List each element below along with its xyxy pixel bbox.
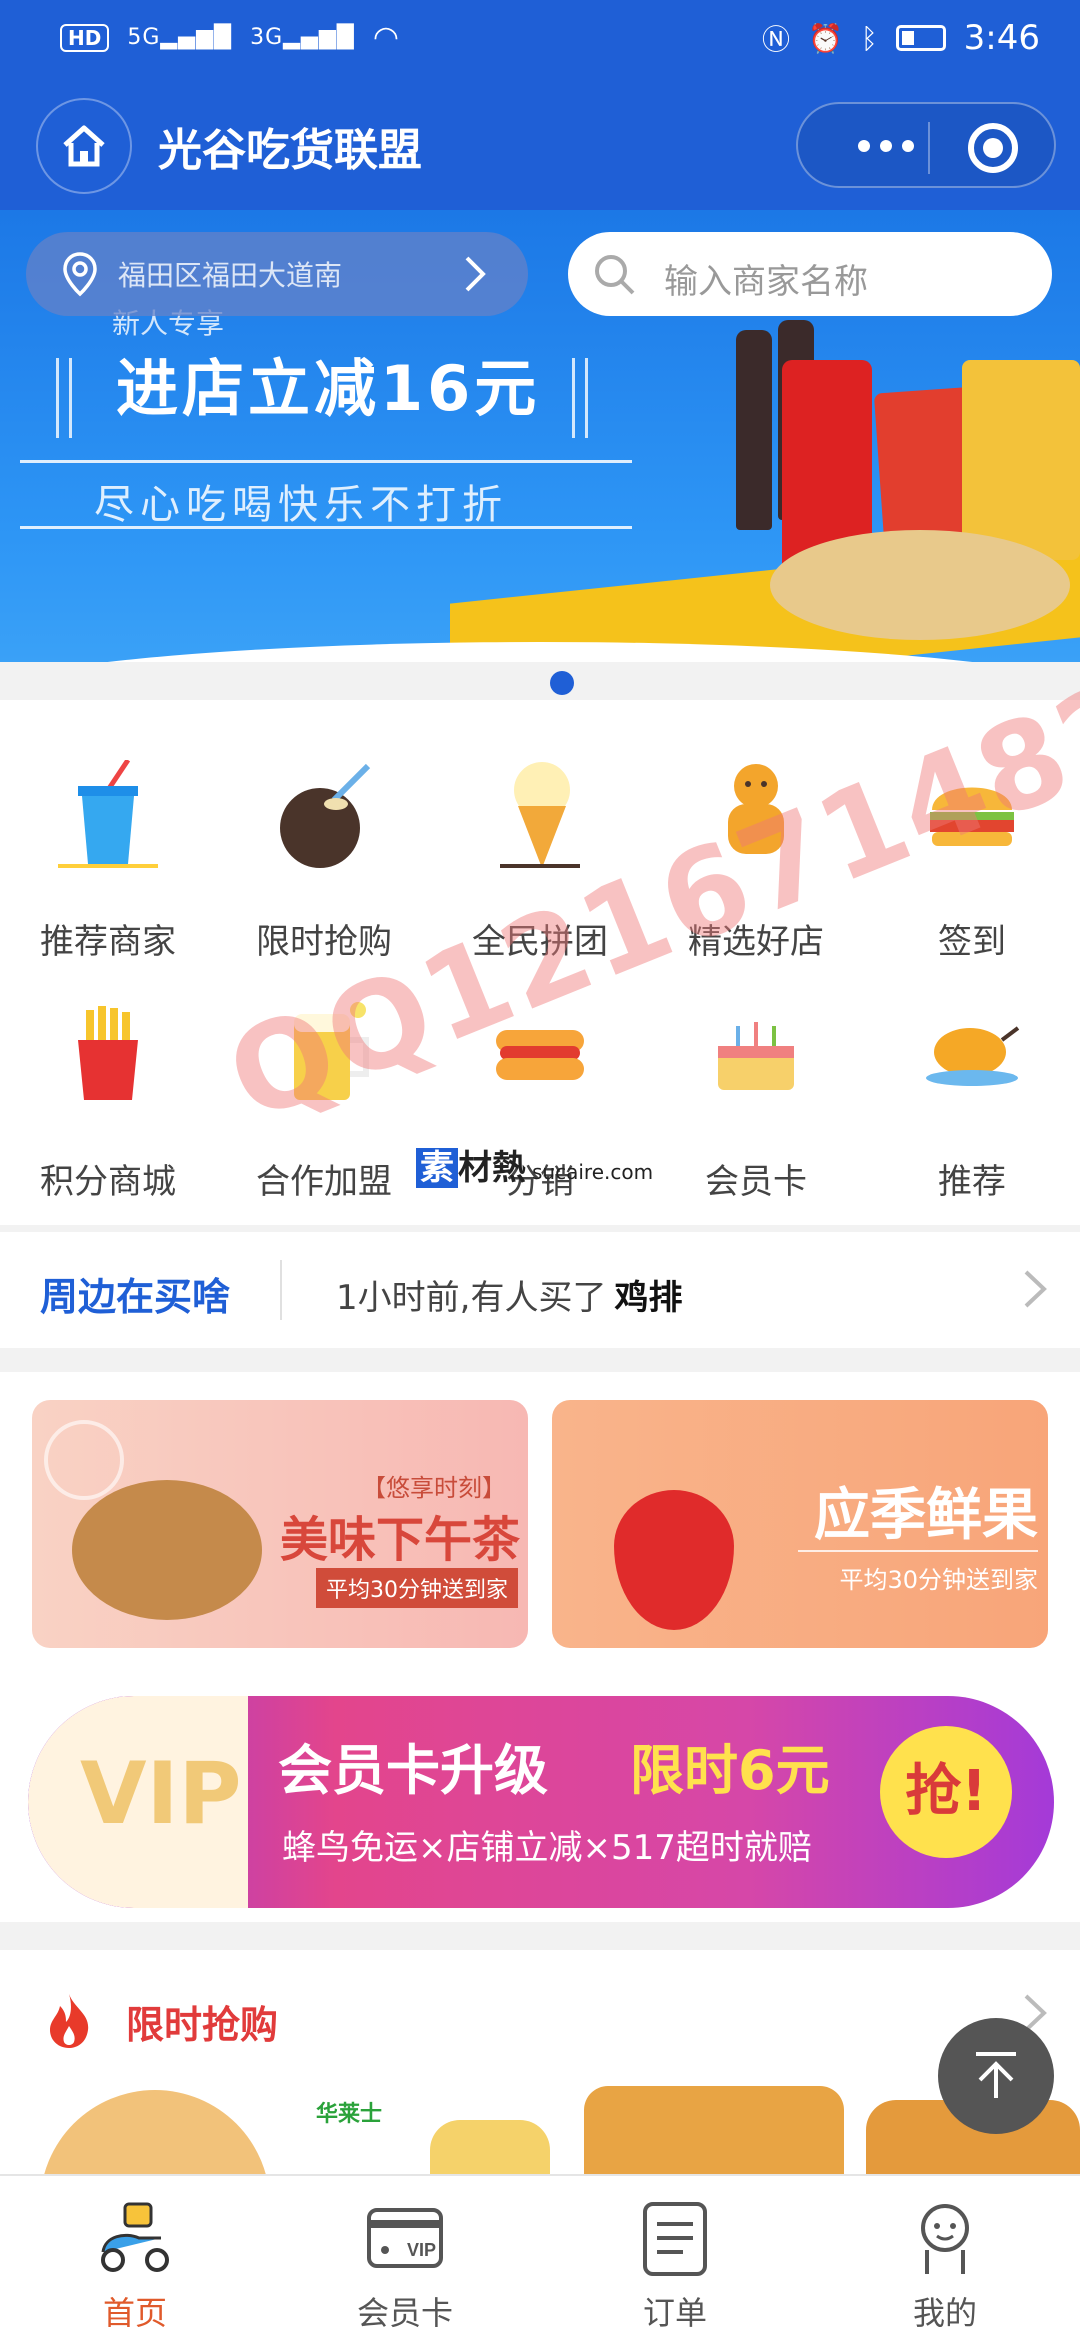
search-placeholder: 输入商家名称 (664, 262, 868, 302)
fire-icon (50, 1994, 89, 2048)
home-button[interactable] (36, 98, 132, 194)
promo-section: 【悠享时刻】 美味下午茶 平均30分钟送到家 应季鲜果 平均30分钟送到家 VI… (0, 1372, 1080, 1922)
bluetooth-icon: ᛒ (860, 21, 878, 55)
grab-button[interactable]: 抢! (880, 1726, 1012, 1858)
cake-icon (718, 1022, 794, 1090)
strawberry-image (614, 1490, 734, 1630)
category-points-mall[interactable]: 积分商城 (0, 970, 216, 1202)
card-subtitle: 平均30分钟送到家 (316, 1568, 518, 1608)
status-time: 3:46 (963, 18, 1040, 58)
more-button[interactable] (836, 126, 936, 166)
carousel-indicator[interactable] (550, 671, 574, 695)
back-to-top-button[interactable] (938, 2018, 1054, 2134)
roast-chicken-icon (926, 1026, 1020, 1086)
card-title: 美味下午茶 (279, 1512, 520, 1568)
category-recommended-stores[interactable]: 推荐商家 (0, 730, 216, 962)
card-title: 应季鲜果 (814, 1483, 1038, 1548)
card-tag: 【悠享时刻】 (362, 1474, 506, 1502)
coconut-icon (280, 763, 371, 868)
category-flash-sale[interactable]: 限时抢购 (216, 730, 432, 962)
location-pin-icon (63, 252, 97, 297)
category-membership-card[interactable]: 会员卡 (648, 970, 864, 1202)
nearby-message: 1小时前,有人买了 鸡排 (336, 1278, 683, 1318)
chicken-product-image[interactable] (584, 2086, 844, 2175)
vip-description: 蜂鸟免运×店铺立减×517超时就赔 (282, 1828, 812, 1868)
home-icon (63, 125, 105, 167)
scooter-icon (101, 2202, 169, 2272)
svg-text:VIP: VIP (407, 2240, 436, 2260)
chevron-right-icon (1024, 1270, 1047, 1308)
nfc-icon: Ⓝ (761, 23, 790, 56)
tab-orders[interactable]: 订单 (540, 2176, 810, 2340)
alarm-icon: ⏰ (807, 21, 843, 55)
signal-3g: 3G▂▄▆█ (250, 25, 355, 50)
signal-5g: 5G▂▄▆█ (127, 25, 233, 50)
site-watermark: 素材熱 sucaire.com (416, 1140, 653, 1189)
promo-subline: 尽心吃喝快乐不打折 (94, 482, 508, 528)
tab-profile[interactable]: 我的 (810, 2176, 1080, 2340)
ice-cream-icon (500, 762, 580, 868)
vip-badge: VIP (80, 1744, 242, 1844)
battery-icon (895, 25, 946, 51)
order-list-icon (643, 2202, 707, 2276)
flash-sale-title: 限时抢购 (126, 2003, 279, 2047)
vip-card-icon: VIP (367, 2208, 443, 2268)
close-miniprogram-button[interactable] (968, 123, 1018, 173)
arrow-up-icon (976, 2052, 1016, 2098)
burger-product-image[interactable] (40, 2090, 270, 2175)
mini-program-capsule (796, 102, 1056, 188)
promo-headline: 进店立减16元 (116, 352, 541, 425)
flash-sale-section: 限时抢购 华莱士 (0, 1950, 1080, 2175)
category-recommend[interactable]: 推荐 (864, 970, 1080, 1202)
tab-membership-card[interactable]: VIP 会员卡 (270, 2176, 540, 2340)
vip-price: 限时6元 (630, 1739, 830, 1802)
seasonal-fruit-card[interactable]: 应季鲜果 平均30分钟送到家 (552, 1400, 1048, 1648)
wifi-icon: ◠ (372, 20, 399, 55)
card-subtitle: 平均30分钟送到家 (839, 1566, 1038, 1594)
vip-upgrade-banner[interactable]: VIP 会员卡升级 限时6元 蜂鸟免运×店铺立减×517超时就赔 抢! (28, 1696, 1054, 1908)
user-icon (921, 2204, 969, 2274)
location-text: 福田区福田大道南 (118, 259, 343, 292)
status-bar: HD 5G▂▄▆█ 3G▂▄▆█ ◠ Ⓝ ⏰ ᛒ 3:46 (0, 0, 1080, 84)
search-input[interactable]: 输入商家名称 (568, 232, 1052, 316)
vip-title: 会员卡升级 (278, 1739, 548, 1802)
brand-logo: 华莱士 (316, 2102, 383, 2127)
nav-bar: 光谷吃货联盟 (0, 92, 1080, 202)
nearby-purchases-bar[interactable]: 周边在买啥 1小时前,有人买了 鸡排 (0, 1232, 1080, 1348)
snacks-image (730, 320, 1080, 640)
fries-icon (78, 1006, 138, 1100)
tab-home[interactable]: 首页 (0, 2176, 270, 2340)
fries-product-image[interactable] (430, 2120, 550, 2175)
page-title: 光谷吃货联盟 (158, 125, 422, 176)
search-icon (595, 255, 635, 295)
hero-banner[interactable]: 新人专享 进店立减16元 尽心吃喝快乐不打折 福田区福田大道南 输入商家名称 (0, 210, 1080, 662)
afternoon-tea-card[interactable]: 【悠享时刻】 美味下午茶 平均30分钟送到家 (32, 1400, 528, 1648)
chevron-right-icon (465, 256, 486, 292)
top-bar: HD 5G▂▄▆█ 3G▂▄▆█ ◠ Ⓝ ⏰ ᛒ 3:46 光谷吃货联盟 (0, 0, 1080, 210)
afternoon-tea-image (72, 1480, 262, 1620)
nearby-title: 周边在买啥 (40, 1275, 231, 1319)
hd-badge: HD (60, 23, 110, 52)
bottom-tab-bar: 首页 VIP 会员卡 订单 我的 (0, 2174, 1080, 2340)
drink-cup-icon (58, 760, 158, 868)
location-selector[interactable]: 福田区福田大道南 (26, 232, 528, 316)
